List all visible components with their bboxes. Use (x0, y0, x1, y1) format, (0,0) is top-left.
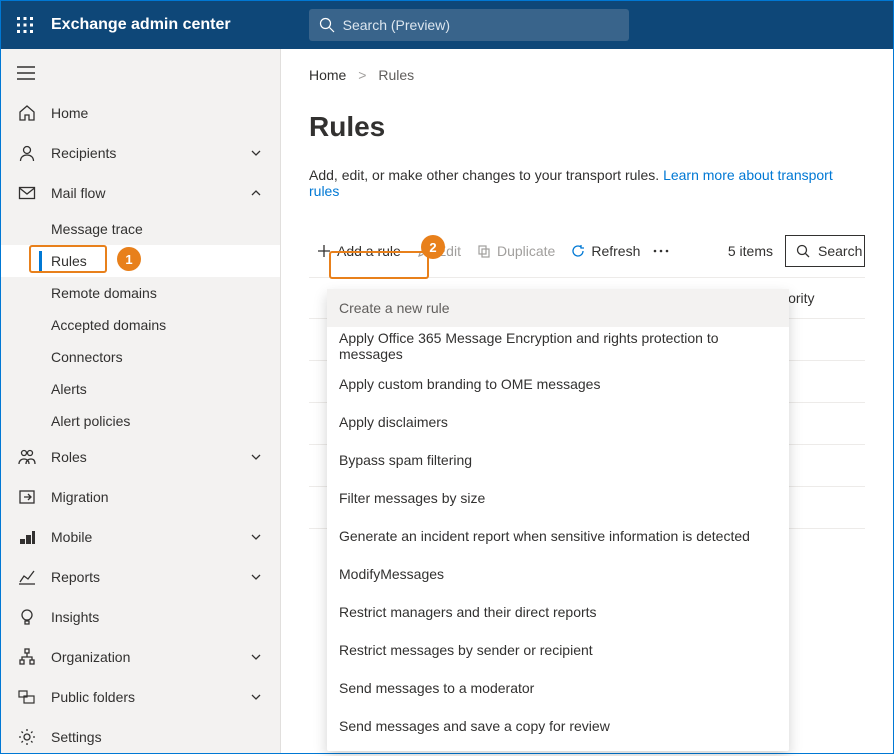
breadcrumb-home[interactable]: Home (309, 67, 346, 83)
reports-icon (17, 568, 37, 586)
add-rule-button[interactable]: Add a rule (309, 235, 409, 267)
duplicate-button: Duplicate (469, 235, 563, 267)
nav-mail-flow[interactable]: Mail flow (1, 173, 280, 213)
nav-sub-alerts[interactable]: Alerts (1, 373, 280, 405)
plus-icon (317, 244, 331, 258)
nav-mobile[interactable]: Mobile (1, 517, 280, 557)
nav-label: Public folders (51, 689, 135, 705)
dropdown-item[interactable]: Filter messages by size (327, 479, 789, 517)
nav-label: Recipients (51, 145, 116, 161)
nav-label: Home (51, 105, 88, 121)
selection-indicator (39, 251, 42, 271)
chevron-down-icon (250, 451, 262, 463)
search-icon (319, 17, 335, 33)
dropdown-item[interactable]: Generate an incident report when sensiti… (327, 517, 789, 555)
nav-sub-label: Alerts (51, 381, 87, 397)
item-count: 5 items (728, 243, 773, 259)
gear-icon (17, 728, 37, 746)
nav-organization[interactable]: Organization (1, 637, 280, 677)
nav-label: Roles (51, 449, 87, 465)
dropdown-item[interactable]: Apply disclaimers (327, 403, 789, 441)
search-icon (796, 244, 810, 258)
nav-sub-alert-policies[interactable]: Alert policies (1, 405, 280, 437)
collapse-nav-button[interactable] (1, 53, 280, 93)
org-icon (17, 648, 37, 666)
nav-migration[interactable]: Migration (1, 477, 280, 517)
chevron-down-icon (250, 571, 262, 583)
nav-home[interactable]: Home (1, 93, 280, 133)
chevron-down-icon (250, 531, 262, 543)
nav-sub-label: Remote domains (51, 285, 157, 301)
nav-label: Migration (51, 489, 109, 505)
nav-roles[interactable]: Roles (1, 437, 280, 477)
nav-sub-rules[interactable]: Rules (1, 245, 280, 277)
mobile-icon (17, 528, 37, 546)
more-actions-button[interactable] (648, 235, 680, 267)
nav-recipients[interactable]: Recipients (1, 133, 280, 173)
dropdown-item[interactable]: Apply Office 365 Message Encryption and … (327, 327, 789, 365)
nav-public-folders[interactable]: Public folders (1, 677, 280, 717)
page-description: Add, edit, or make other changes to your… (309, 167, 865, 199)
dropdown-item[interactable]: Apply custom branding to OME messages (327, 365, 789, 403)
folders-icon (17, 688, 37, 706)
sidebar: Home Recipients Mail flow Message trace … (1, 49, 281, 753)
nav-settings[interactable]: Settings (1, 717, 280, 753)
nav-sub-message-trace[interactable]: Message trace (1, 213, 280, 245)
nav-label: Insights (51, 609, 99, 625)
nav-sub-label: Alert policies (51, 413, 130, 429)
nav-label: Mail flow (51, 185, 105, 201)
page-title: Rules (309, 111, 865, 143)
brand-title: Exchange admin center (51, 16, 231, 34)
mail-icon (17, 184, 37, 202)
home-icon (17, 104, 37, 122)
nav-reports[interactable]: Reports (1, 557, 280, 597)
edit-button: Edit (409, 235, 469, 267)
refresh-icon (571, 244, 585, 258)
app-launcher-icon[interactable] (1, 1, 49, 49)
edit-icon (417, 244, 431, 258)
command-bar: Add a rule Edit Duplicate Refresh (309, 231, 865, 271)
chevron-up-icon (250, 187, 262, 199)
dropdown-item[interactable]: Restrict messages by sender or recipient (327, 631, 789, 669)
chevron-down-icon (250, 651, 262, 663)
dropdown-item[interactable]: Send messages and save a copy for review (327, 707, 789, 745)
bulb-icon (17, 608, 37, 626)
dropdown-item[interactable]: ModifyMessages (327, 555, 789, 593)
nav-sub-label: Connectors (51, 349, 123, 365)
nav-label: Organization (51, 649, 130, 665)
top-bar: Exchange admin center (1, 1, 893, 49)
dropdown-item[interactable]: Bypass spam filtering (327, 441, 789, 479)
search-rules-button[interactable]: Search (785, 235, 865, 267)
dropdown-item[interactable]: Send messages to a moderator (327, 669, 789, 707)
ellipsis-icon (652, 244, 670, 258)
nav-sub-accepted-domains[interactable]: Accepted domains (1, 309, 280, 341)
nav-sub-label: Accepted domains (51, 317, 166, 333)
user-icon (17, 144, 37, 162)
add-rule-dropdown: Create a new rule Apply Office 365 Messa… (327, 289, 789, 751)
breadcrumb: Home > Rules (309, 67, 865, 83)
nav-label: Settings (51, 729, 102, 745)
roles-icon (17, 448, 37, 466)
breadcrumb-current: Rules (378, 67, 414, 83)
chevron-down-icon (250, 691, 262, 703)
duplicate-icon (477, 244, 491, 258)
dropdown-item[interactable]: Restrict managers and their direct repor… (327, 593, 789, 631)
refresh-button[interactable]: Refresh (563, 235, 648, 267)
nav-insights[interactable]: Insights (1, 597, 280, 637)
chevron-down-icon (250, 147, 262, 159)
breadcrumb-separator: > (358, 67, 366, 83)
nav-label: Reports (51, 569, 100, 585)
nav-sub-remote-domains[interactable]: Remote domains (1, 277, 280, 309)
dropdown-item-create-new-rule[interactable]: Create a new rule (327, 289, 789, 327)
nav-label: Mobile (51, 529, 92, 545)
nav-sub-connectors[interactable]: Connectors (1, 341, 280, 373)
migration-icon (17, 488, 37, 506)
nav-sub-label: Rules (51, 253, 87, 269)
nav-sub-label: Message trace (51, 221, 143, 237)
global-search[interactable] (309, 9, 629, 41)
global-search-input[interactable] (343, 17, 619, 33)
